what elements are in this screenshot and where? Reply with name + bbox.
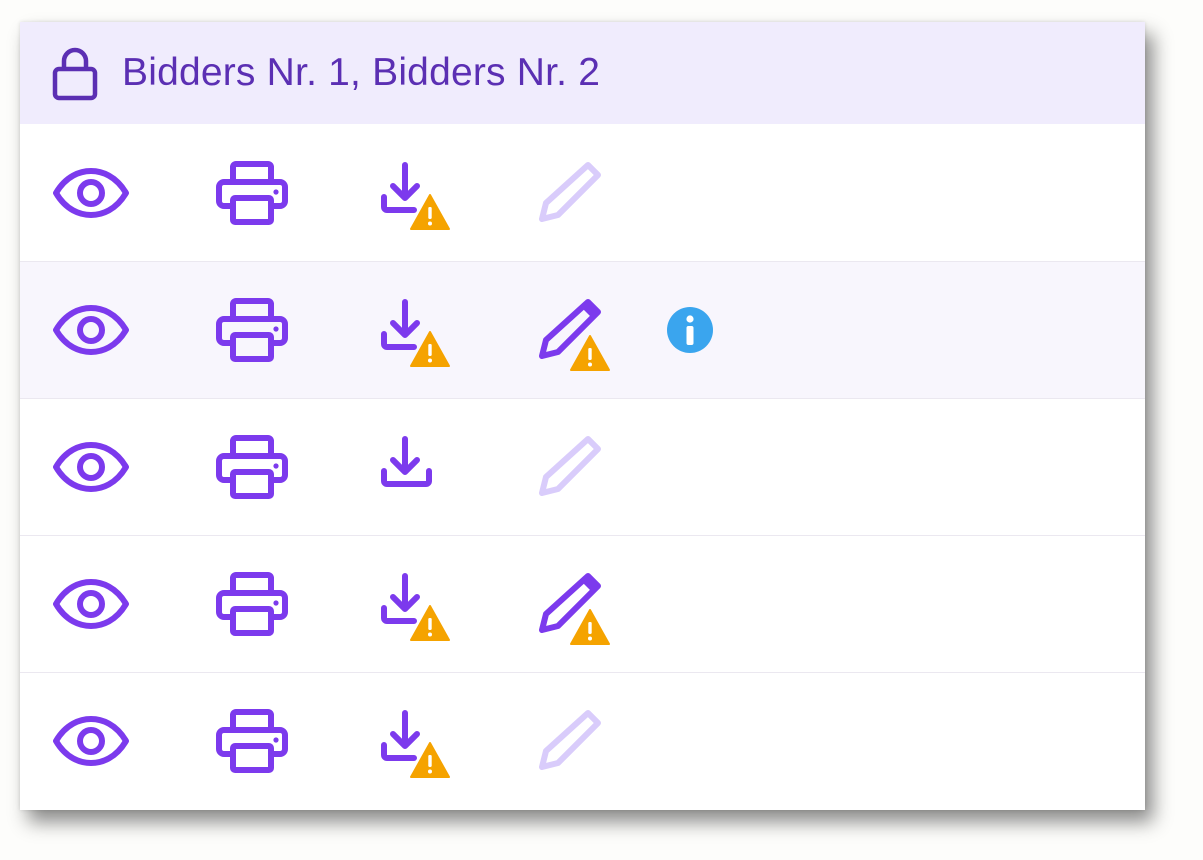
edit-icon (536, 159, 612, 235)
eye-icon[interactable] (52, 305, 130, 355)
printer-icon[interactable] (216, 297, 288, 363)
table-row (20, 398, 1145, 535)
download-warning-icon[interactable] (380, 298, 452, 370)
eye-icon[interactable] (52, 716, 130, 766)
document-rows (20, 124, 1145, 809)
printer-icon[interactable] (216, 434, 288, 500)
header-title: Bidders Nr. 1, Bidders Nr. 2 (122, 51, 601, 94)
table-row (20, 124, 1145, 261)
eye-icon[interactable] (52, 579, 130, 629)
info-icon[interactable] (665, 305, 715, 355)
printer-icon[interactable] (216, 160, 288, 226)
download-warning-icon[interactable] (380, 161, 452, 233)
printer-icon[interactable] (216, 571, 288, 637)
edit-icon (536, 707, 612, 783)
edit-warning-icon[interactable] (536, 296, 612, 372)
download-icon[interactable] (380, 435, 452, 507)
printer-icon[interactable] (216, 708, 288, 774)
table-row (20, 261, 1145, 398)
download-warning-icon[interactable] (380, 709, 452, 781)
bidders-card: Bidders Nr. 1, Bidders Nr. 2 (20, 22, 1145, 810)
table-row (20, 535, 1145, 672)
eye-icon[interactable] (52, 167, 130, 218)
lock-icon (50, 45, 100, 101)
card-header: Bidders Nr. 1, Bidders Nr. 2 (20, 22, 1145, 124)
edit-icon (536, 433, 612, 509)
eye-icon[interactable] (52, 442, 130, 492)
edit-warning-icon[interactable] (536, 570, 612, 646)
download-warning-icon[interactable] (380, 572, 452, 644)
table-row (20, 672, 1145, 809)
